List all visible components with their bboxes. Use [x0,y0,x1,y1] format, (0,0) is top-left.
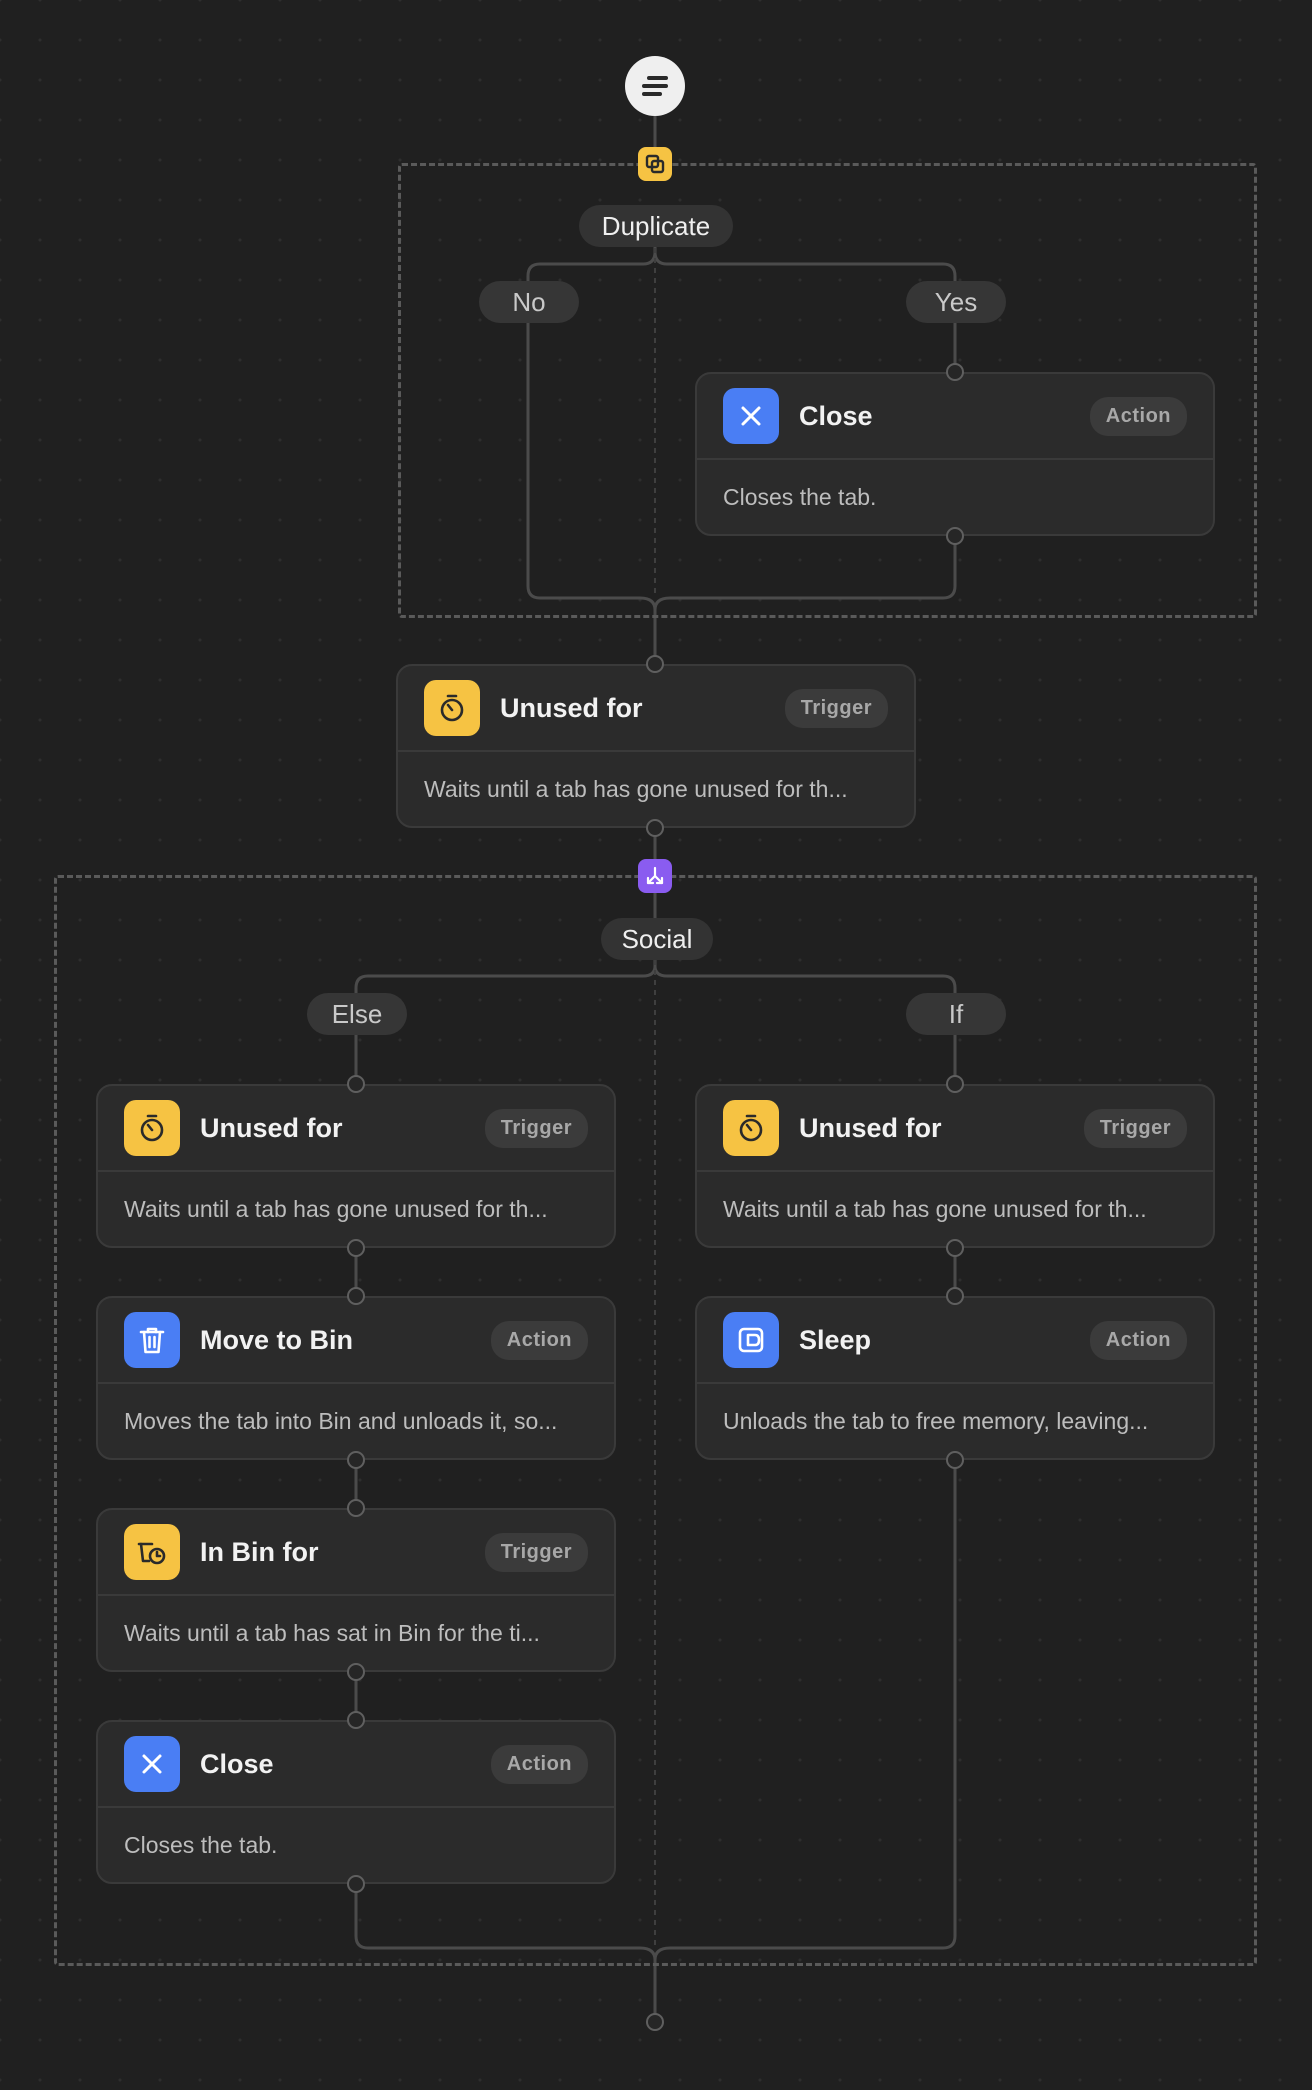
social-group-badge[interactable] [638,859,672,893]
card-unused-for-if[interactable]: Unused for Trigger Waits until a tab has… [695,1084,1215,1248]
port-unused-output[interactable] [646,819,664,837]
card-type-badge: Action [490,1320,588,1360]
card-description: Waits until a tab has gone unused for th… [723,1195,1147,1222]
port-if-unused-output[interactable] [946,1239,964,1257]
card-title: Unused for [799,1112,942,1143]
sleep-icon [738,1327,764,1353]
split-arrows-icon [646,866,664,885]
port-if-input[interactable] [946,1075,964,1093]
card-type-badge: Action [490,1744,588,1784]
card-title: Sleep [799,1324,872,1355]
duplicate-group-badge[interactable] [638,147,672,181]
x-icon [142,1754,162,1774]
port-inbin-output[interactable] [347,1663,365,1681]
port-close-output[interactable] [946,527,964,545]
close-action-icon-box [723,388,779,444]
move-to-bin-icon-box [124,1312,180,1368]
port-inbin-input[interactable] [347,1499,365,1517]
card-in-bin-for[interactable]: In Bin for Trigger Waits until a tab has… [96,1508,616,1672]
card-title: Unused for [500,692,643,723]
workflow-start-node[interactable] [625,56,685,116]
card-type-badge: Trigger [1083,1108,1187,1148]
card-title: Close [200,1748,274,1779]
branch-label-no[interactable]: No [479,281,579,323]
x-icon [741,406,761,426]
port-move-input[interactable] [347,1287,365,1305]
card-unused-for-else[interactable]: Unused for Trigger Waits until a tab has… [96,1084,616,1248]
card-unused-for-main[interactable]: Unused for Trigger Waits until a tab has… [396,664,916,828]
in-bin-trigger-icon-box [124,1524,180,1580]
card-description: Waits until a tab has gone unused for th… [124,1195,548,1222]
card-type-badge: Action [1089,1320,1187,1360]
port-move-output[interactable] [347,1451,365,1469]
port-close-else-output[interactable] [347,1875,365,1893]
stopwatch-icon [440,694,464,722]
card-description: Unloads the tab to free memory, leaving.… [723,1407,1149,1434]
duplicate-icon [645,154,665,174]
card-type-badge: Trigger [784,688,888,728]
card-title: Move to Bin [200,1324,353,1355]
menu-lines-icon [642,76,668,96]
card-description: Moves the tab into Bin and unloads it, s… [124,1407,558,1434]
trash-icon [139,1327,165,1354]
card-description: Waits until a tab has gone unused for th… [424,775,848,802]
card-type-badge: Trigger [484,1108,588,1148]
close-action-icon-box [124,1736,180,1792]
branch-label-yes[interactable]: Yes [906,281,1006,323]
card-description: Closes the tab. [124,1831,278,1858]
branch-label-else[interactable]: Else [307,993,407,1035]
bin-clock-icon [137,1542,166,1565]
card-title: Close [799,400,873,431]
card-close-else[interactable]: Close Action Closes the tab. [96,1720,616,1884]
stopwatch-icon [739,1114,763,1142]
sleep-action-icon-box [723,1312,779,1368]
branch-label-if[interactable]: If [906,993,1006,1035]
port-sleep-input[interactable] [946,1287,964,1305]
card-description: Closes the tab. [723,483,877,510]
unused-trigger-icon-box [124,1100,180,1156]
port-else-unused-output[interactable] [347,1239,365,1257]
unused-trigger-icon-box [424,680,480,736]
social-condition-label[interactable]: Social [601,918,713,960]
card-description: Waits until a tab has sat in Bin for the… [124,1619,540,1646]
duplicate-condition-label[interactable]: Duplicate [579,205,733,247]
port-workflow-end[interactable] [646,2013,664,2031]
card-type-badge: Trigger [484,1532,588,1572]
port-else-input[interactable] [347,1075,365,1093]
port-close-else-input[interactable] [347,1711,365,1729]
unused-trigger-icon-box [723,1100,779,1156]
card-sleep[interactable]: Sleep Action Unloads the tab to free mem… [695,1296,1215,1460]
card-move-to-bin[interactable]: Move to Bin Action Moves the tab into Bi… [96,1296,616,1460]
card-type-badge: Action [1089,396,1187,436]
card-close-duplicate[interactable]: Close Action Closes the tab. [695,372,1215,536]
stopwatch-icon [140,1114,164,1142]
port-sleep-output[interactable] [946,1451,964,1469]
card-title: Unused for [200,1112,343,1143]
card-title: In Bin for [200,1536,319,1567]
port-unused-input[interactable] [646,655,664,673]
port-yes-input[interactable] [946,363,964,381]
